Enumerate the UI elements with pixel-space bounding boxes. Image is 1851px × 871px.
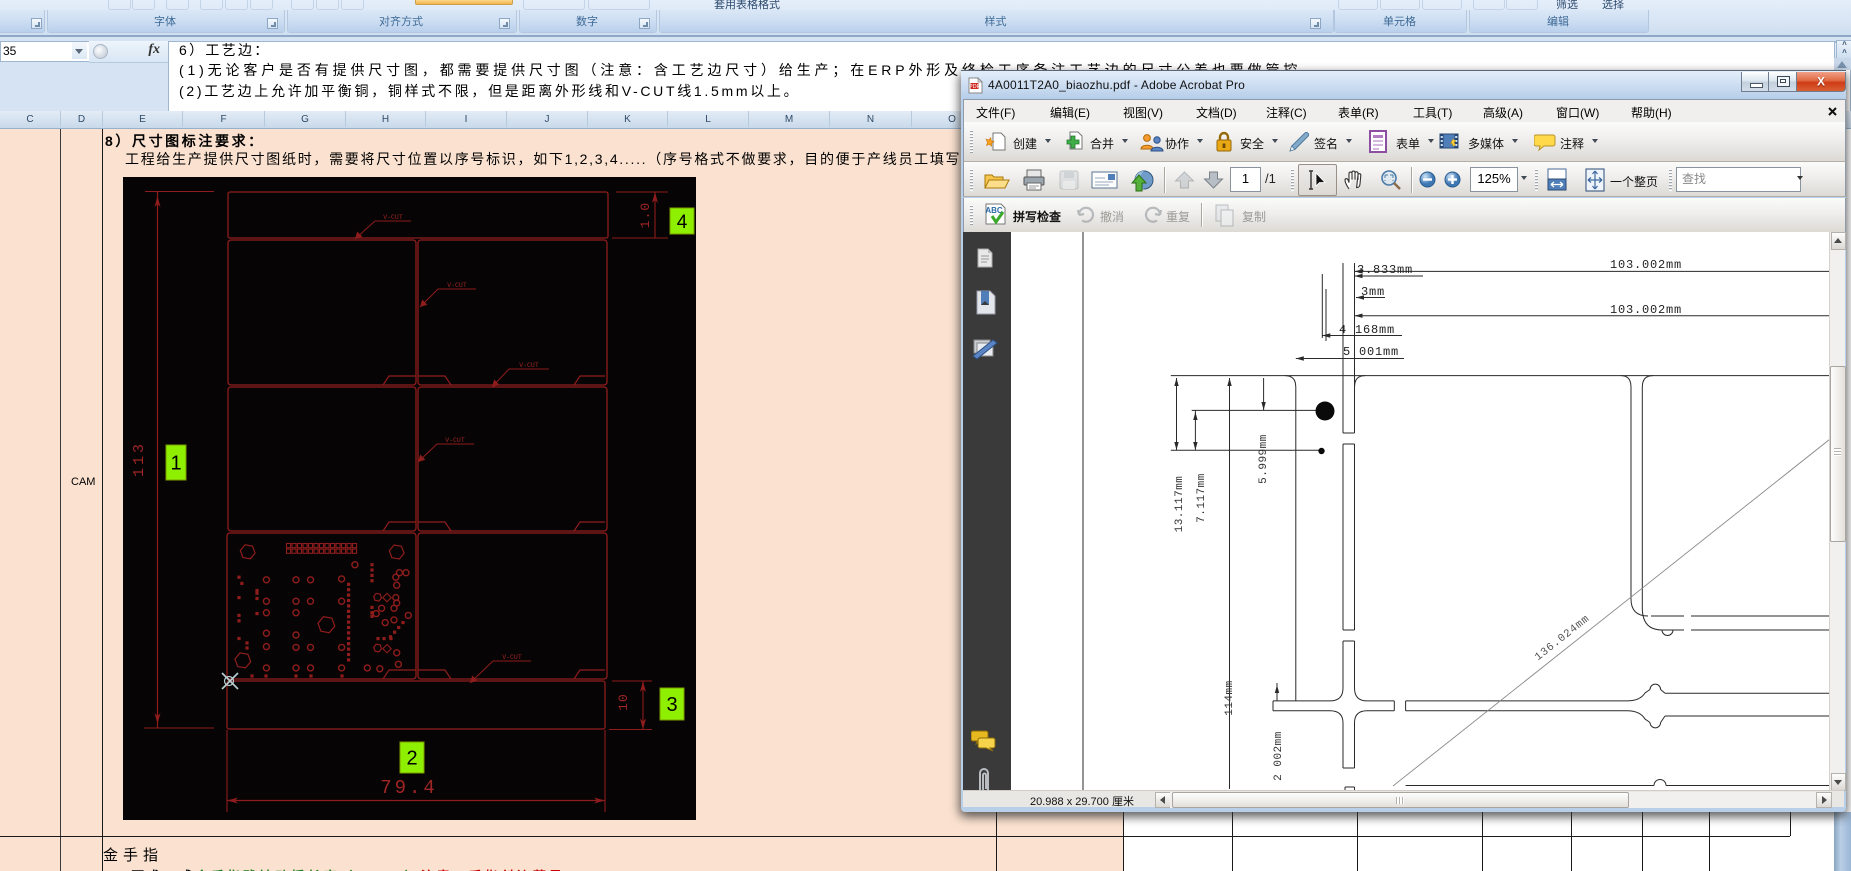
svg-text:1: 1 [170,453,181,475]
svg-text:V-CUT: V-CUT [519,362,539,369]
svg-text:V-CUT: V-CUT [445,437,465,444]
svg-text:136.024mm: 136.024mm [1533,613,1593,664]
svg-text:3.833mm: 3.833mm [1357,263,1413,277]
svg-text:3mm: 3mm [1361,285,1385,299]
svg-text:13.117mm: 13.117mm [1174,476,1186,533]
svg-text:113: 113 [131,441,148,477]
svg-text:79.4: 79.4 [380,777,438,799]
svg-text:103.002mm: 103.002mm [1610,258,1682,272]
svg-text:10: 10 [616,693,631,711]
svg-text:5 001mm: 5 001mm [1343,345,1399,359]
svg-text:3: 3 [666,694,677,716]
svg-text:V-CUT: V-CUT [447,282,467,289]
svg-text:V-CUT: V-CUT [502,654,522,661]
svg-text:X: X [1817,75,1825,89]
svg-text:5.999mm: 5.999mm [1258,434,1270,484]
svg-text:103.002mm: 103.002mm [1610,303,1682,317]
svg-text:2: 2 [406,748,417,770]
svg-text:7.117mm: 7.117mm [1196,473,1208,523]
svg-text:114mm: 114mm [1224,680,1236,716]
svg-text:2 002mm: 2 002mm [1273,731,1285,781]
svg-text:V-CUT: V-CUT [383,214,403,221]
svg-text:4: 4 [677,212,688,233]
svg-text:4 168mm: 4 168mm [1339,323,1395,337]
svg-text:1.0: 1.0 [638,202,653,228]
svg-text:PDF: PDF [969,84,981,90]
